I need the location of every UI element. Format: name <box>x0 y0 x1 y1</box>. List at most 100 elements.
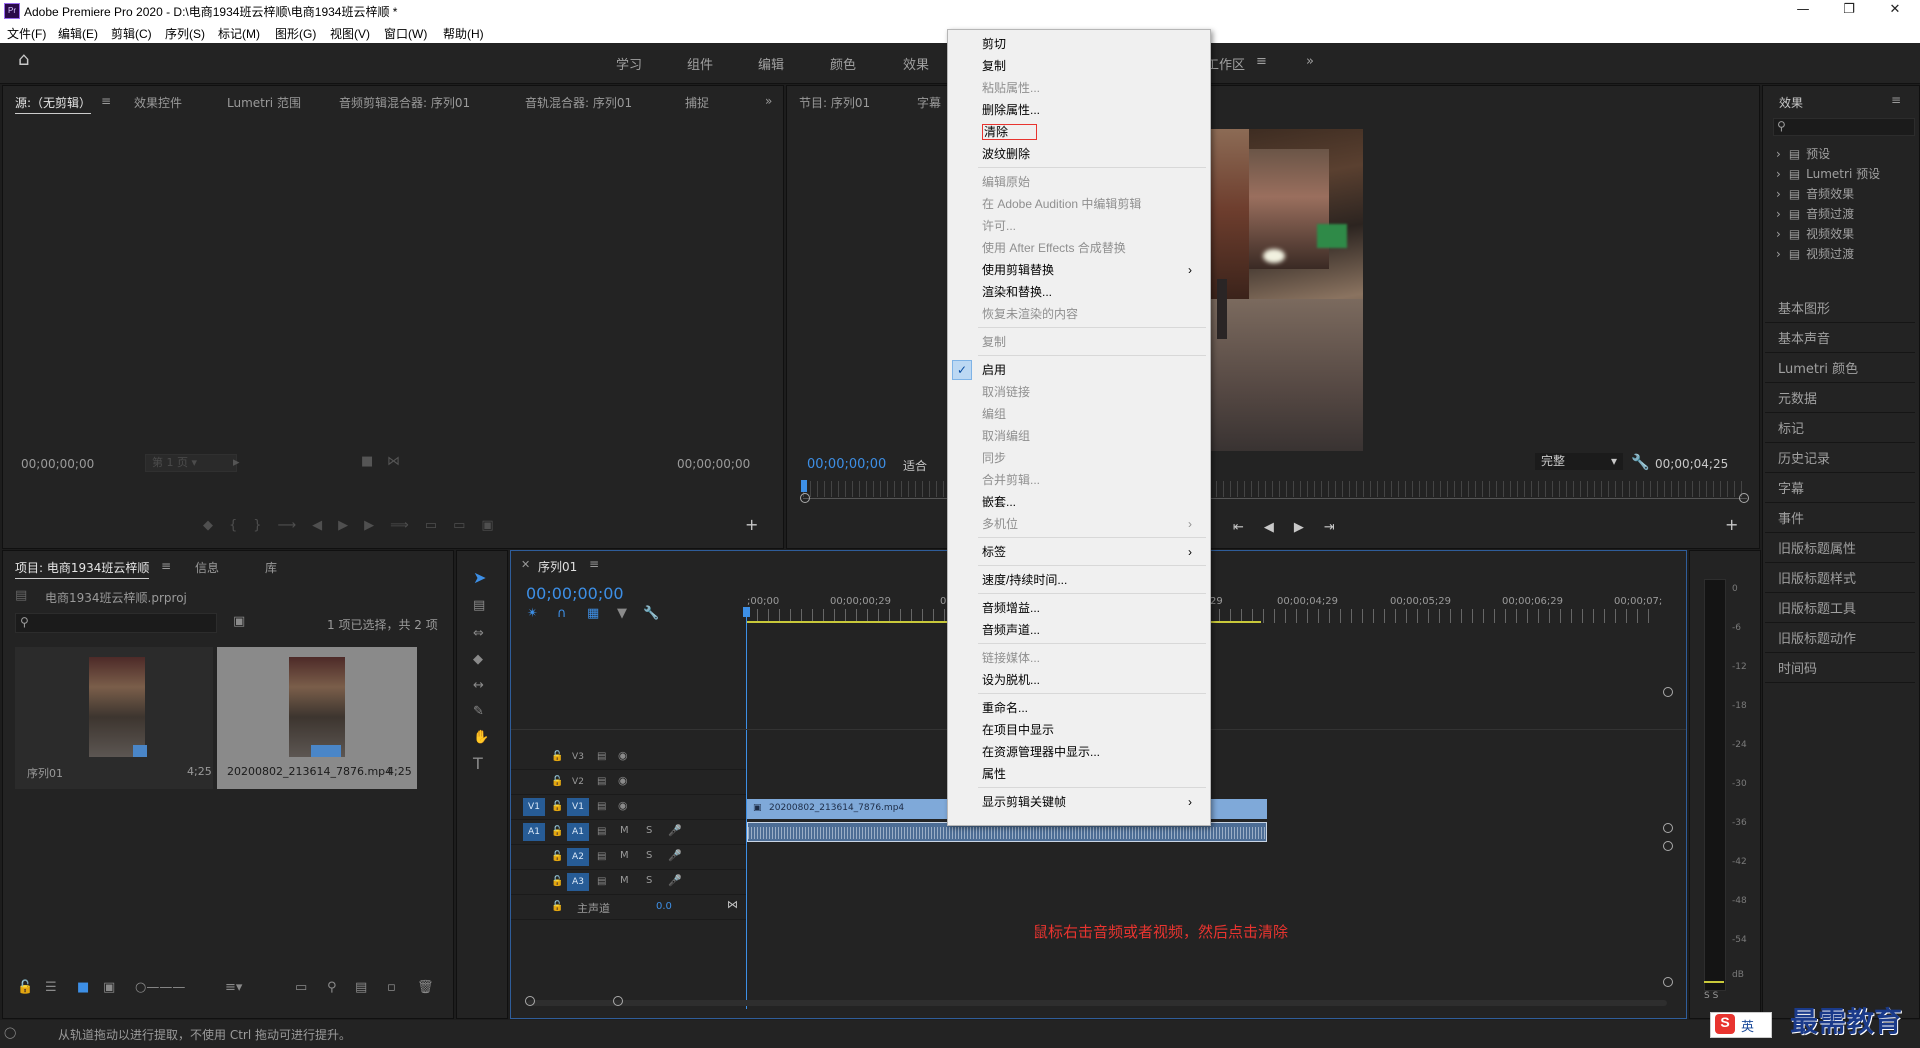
mute-button[interactable]: M <box>620 850 629 861</box>
context-menu-item[interactable]: 标签 › <box>982 542 1202 562</box>
context-menu-item[interactable]: 在资源管理器中显示... <box>982 742 1202 762</box>
eye-icon[interactable]: ◉ <box>618 749 628 763</box>
context-menu-item[interactable]: 许可... <box>982 216 1202 236</box>
list-view-icon[interactable]: ☰ <box>45 981 57 995</box>
panel-tab-item[interactable]: 基本图形 <box>1778 298 1830 317</box>
project-item-selected[interactable]: 20200802_213614_7876.mp4 4;25 <box>217 647 417 789</box>
tab-sequence[interactable]: 序列01 <box>538 558 577 575</box>
context-menu-item[interactable]: 设为脱机... <box>982 670 1202 690</box>
workspace-learn[interactable]: 学习 <box>616 54 642 73</box>
panel-tab-item[interactable]: 旧版标题样式 <box>1778 568 1856 587</box>
program-zoom-bar[interactable] <box>803 498 1747 499</box>
sort-icon[interactable]: ≡▾ <box>225 981 242 995</box>
panel-tab-item[interactable]: 事件 <box>1778 508 1804 527</box>
sync-lock-icon[interactable]: ▤ <box>597 850 606 864</box>
context-menu-item[interactable]: 速度/持续时间... <box>982 570 1202 590</box>
sync-lock-icon[interactable]: ▤ <box>597 775 606 789</box>
tab-project[interactable]: 项目: 电商1934班云梓顺 <box>15 559 150 579</box>
track-lock-icon[interactable]: 🔓 <box>551 750 563 764</box>
vscroll-handle-top[interactable] <box>1663 687 1673 697</box>
sync-lock-icon[interactable]: ▤ <box>597 825 606 839</box>
menu-window[interactable]: 窗口(W) <box>384 25 427 42</box>
add-marker-icon[interactable]: ▼ <box>617 607 627 621</box>
fit-select[interactable]: 适合 <box>903 457 927 474</box>
track-lock-icon[interactable]: 🔓 <box>551 825 563 839</box>
project-item[interactable]: 序列01 4;25 <box>15 647 213 789</box>
vscroll-handle-bottom[interactable] <box>1663 977 1673 987</box>
track-lock-icon[interactable]: 🔓 <box>551 875 563 889</box>
effects-tree-item[interactable]: › ▤ Lumetri 预设 <box>1776 165 1880 181</box>
close-icon[interactable]: ✕ <box>1880 2 1910 20</box>
context-menu-item[interactable]: 重命名... <box>982 698 1202 718</box>
context-menu-item[interactable]: 取消链接 <box>982 382 1202 402</box>
solo-button[interactable]: S <box>646 850 652 861</box>
context-menu-item-clear[interactable]: 清除 <box>982 122 1202 142</box>
tab-libraries[interactable]: 库 <box>265 559 277 576</box>
context-menu-item[interactable]: 复制 <box>982 56 1202 76</box>
panel-tab-item[interactable]: 旧版标题动作 <box>1778 628 1856 647</box>
add-button-icon[interactable]: + <box>745 517 758 533</box>
hscroll-handle-right[interactable] <box>613 996 623 1006</box>
context-menu-item[interactable]: 取消编组 <box>982 426 1202 446</box>
tab-source[interactable]: 源:（无剪辑） <box>15 94 92 114</box>
context-menu-item[interactable]: 同步 <box>982 448 1202 468</box>
icon-view-icon[interactable]: ■ <box>77 981 89 995</box>
home-icon[interactable]: ⌂ <box>18 51 29 69</box>
timeline-hscroll[interactable] <box>527 1000 1667 1006</box>
effects-menu-icon[interactable]: ≡ <box>1891 93 1901 107</box>
panel-tab-item[interactable]: 元数据 <box>1778 388 1817 407</box>
tab-program[interactable]: 节目: 序列01 <box>799 94 870 111</box>
hscroll-handle-left[interactable] <box>525 996 535 1006</box>
close-sequence-icon[interactable]: ✕ <box>521 558 530 571</box>
selection-tool-icon[interactable]: ➤ <box>473 570 486 586</box>
sync-lock-icon[interactable]: ▤ <box>597 875 606 889</box>
new-item-icon[interactable]: ▫ <box>387 981 396 995</box>
zoom-handle-right[interactable] <box>1739 493 1749 503</box>
minimize-icon[interactable]: — <box>1788 2 1818 20</box>
context-menu-item[interactable]: 显示剪辑关键帧 › <box>982 792 1202 812</box>
quality-select[interactable]: 完整 ▾ <box>1535 453 1623 470</box>
source-patch-a1[interactable]: A1 <box>523 823 545 841</box>
tab-lumetri-scopes[interactable]: Lumetri 范围 <box>227 94 301 111</box>
context-menu-item[interactable]: 渲染和替换... <box>982 282 1202 302</box>
hand-tool-icon[interactable]: ✋ <box>473 731 489 745</box>
more-workspaces-icon[interactable]: » <box>1306 54 1314 69</box>
page-select[interactable]: 第 1 页 ▾ <box>145 454 237 472</box>
workspace-assembly[interactable]: 组件 <box>687 54 713 73</box>
playhead-handle[interactable] <box>743 607 750 617</box>
new-bin-search-icon[interactable]: ▣ <box>233 615 245 629</box>
zoom-handle-left[interactable] <box>800 493 810 503</box>
timeline-settings-icon[interactable]: 🔧 <box>643 607 659 621</box>
snap-magnet-icon[interactable]: ∩ <box>557 607 567 621</box>
go-to-end-icon[interactable]: ⋈ <box>727 898 738 912</box>
restore-icon[interactable]: ❐ <box>1834 2 1864 20</box>
effects-tree-item[interactable]: › ▤ 音频效果 <box>1776 185 1854 201</box>
timeline-timecode[interactable]: 00;00;00;00 <box>526 584 624 603</box>
menu-graphics[interactable]: 图形(G) <box>275 25 316 42</box>
menu-view[interactable]: 视图(V) <box>330 25 370 42</box>
panel-tab-item[interactable]: 字幕 <box>1778 478 1804 497</box>
new-bin-icon[interactable]: ▤ <box>355 981 367 995</box>
context-menu-item[interactable]: 复制 <box>982 332 1202 352</box>
tab-audio-track-mixer[interactable]: 音轨混合器: 序列01 <box>525 94 632 111</box>
more-panels-icon[interactable]: » <box>765 94 772 108</box>
play-arrow-icon[interactable]: ▸ <box>233 456 240 470</box>
menu-sequence[interactable]: 序列(S) <box>165 25 205 42</box>
source-timecode[interactable]: 00;00;00;00 <box>21 457 94 471</box>
add-button-icon[interactable]: + <box>1725 517 1738 533</box>
context-menu-item[interactable]: 波纹删除 <box>982 144 1202 164</box>
expand-icon[interactable]: ⋈ <box>387 455 400 469</box>
tab-audio-clip-mixer[interactable]: 音频剪辑混合器: 序列01 <box>339 94 470 111</box>
program-video-frame[interactable] <box>1209 129 1363 451</box>
trash-icon[interactable]: 🗑 <box>417 981 434 995</box>
microphone-icon[interactable]: 🎤 <box>668 849 682 863</box>
context-menu-item[interactable]: 使用 After Effects 合成替换 <box>982 238 1202 258</box>
microphone-icon[interactable]: 🎤 <box>668 824 682 838</box>
track-lock-icon[interactable]: 🔓 <box>551 850 563 864</box>
tab-effect-controls[interactable]: 效果控件 <box>134 94 182 111</box>
nest-icon[interactable]: ✴ <box>527 607 538 621</box>
solo-button[interactable]: S <box>646 875 652 886</box>
pen-tool-icon[interactable]: ✎ <box>473 705 484 719</box>
panel-tab-item[interactable]: Lumetri 颜色 <box>1778 358 1858 377</box>
track-lock-icon[interactable]: 🔓 <box>551 775 563 789</box>
